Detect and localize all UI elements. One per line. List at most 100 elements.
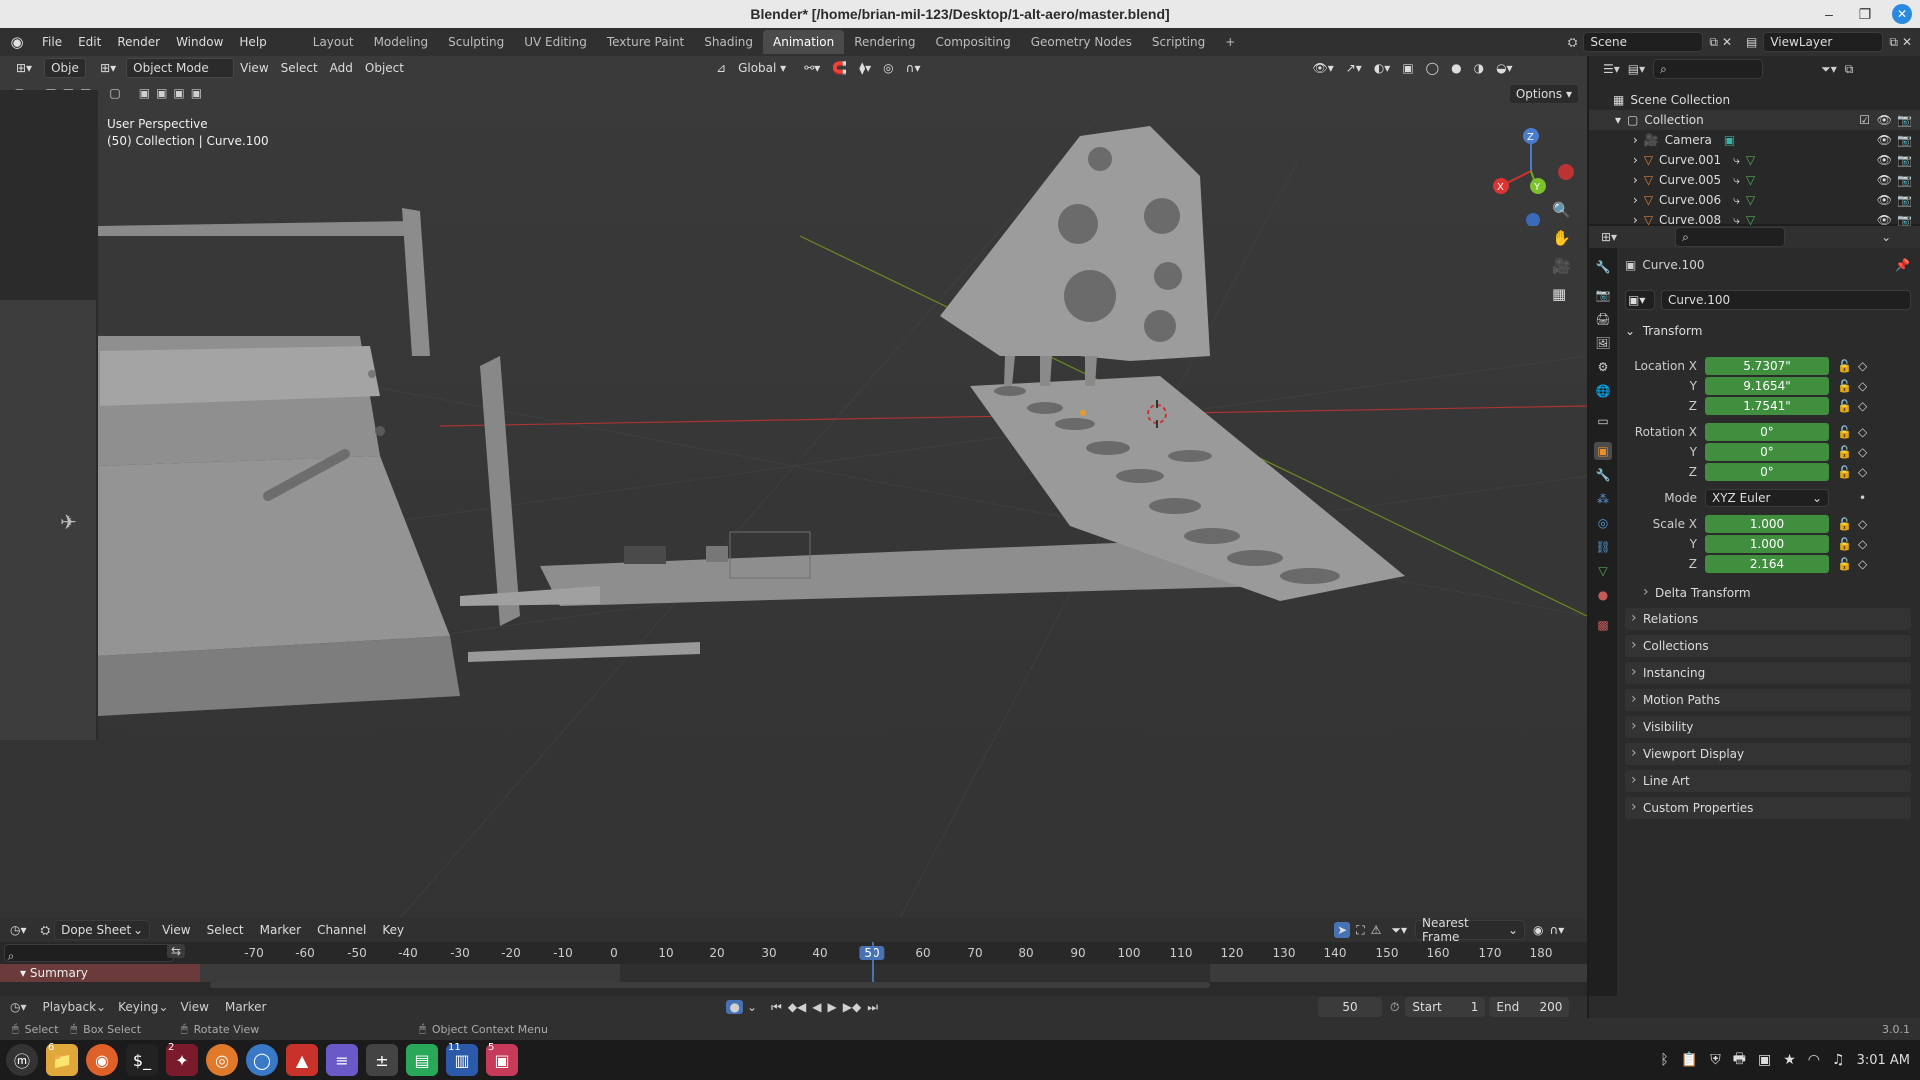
channel-search[interactable]: ⌕ (4, 944, 174, 963)
shading-material-icon[interactable]: ◑ (1468, 58, 1490, 78)
outliner-item[interactable]: › ▽ Curve.006 ⤷ ▽ 👁 📷 (1589, 190, 1920, 210)
image-viewer-icon[interactable]: ▲ (286, 1044, 318, 1076)
eye-icon[interactable]: 👁 (1877, 213, 1892, 227)
new-scene-icon[interactable]: ⧉ (1709, 35, 1718, 50)
keyframe-icon[interactable]: ◇ (1858, 445, 1867, 459)
outliner-item[interactable]: › 🎥 Camera ▣ 👁 📷 (1589, 130, 1920, 150)
curve-data-icon[interactable]: ▽ (1746, 193, 1755, 207)
horizontal-scrollbar[interactable] (210, 982, 1210, 988)
view-layer-tab-icon[interactable]: 🖼 (1594, 334, 1612, 352)
tab-geometry-nodes[interactable]: Geometry Nodes (1021, 30, 1142, 54)
location-y-field[interactable]: 9.1654" (1705, 377, 1829, 395)
visibility-icon[interactable]: 👁▾ (1306, 58, 1339, 78)
proportional-icon[interactable]: ◎ (877, 58, 899, 78)
render-tab-icon[interactable]: 📷 (1594, 286, 1612, 304)
visibility-panel[interactable]: Visibility (1625, 716, 1911, 738)
blender-icon[interactable]: ◎ (206, 1044, 238, 1076)
outliner-item[interactable]: › ▽ Curve.001 ⤷ ▽ 👁 📷 (1589, 150, 1920, 170)
menu-marker[interactable]: Marker (260, 923, 301, 937)
drive-icon[interactable]: 11 ▥ (446, 1042, 478, 1076)
modifier-icon[interactable]: ⤷ (1733, 153, 1740, 168)
stopwatch-icon[interactable]: ⏱ (1390, 1000, 1399, 1015)
location-x-field[interactable]: 5.7307" (1705, 357, 1829, 375)
delta-transform-panel[interactable]: Delta Transform (1637, 582, 1907, 604)
rotation-z-field[interactable]: 0° (1705, 463, 1829, 481)
texture-tab-icon[interactable]: ▩ (1594, 616, 1612, 634)
photos-icon[interactable]: 5 ▣ (486, 1042, 518, 1076)
viewlayer-icon[interactable]: ▤ (1746, 35, 1757, 49)
delete-scene-icon[interactable]: ✕ (1722, 35, 1732, 49)
proportional-icon[interactable]: ◉ (1533, 923, 1543, 937)
star-icon[interactable]: ★ (1783, 1052, 1796, 1068)
options-dropdown[interactable]: Options ▾ (1508, 84, 1579, 104)
menu-view[interactable]: View (162, 923, 190, 937)
tool-tab-icon[interactable]: 🔧 (1594, 258, 1612, 276)
rotation-x-field[interactable]: 0° (1705, 423, 1829, 441)
select-new2-icon[interactable]: ▣ (139, 86, 150, 100)
menu-select[interactable]: Select (207, 923, 244, 937)
render-camera-icon[interactable]: 📷 (1897, 193, 1912, 207)
chevron-down-icon[interactable]: ⌄ (1881, 230, 1891, 244)
menu-render[interactable]: Render (109, 35, 168, 49)
menu-add[interactable]: Add (324, 58, 359, 78)
lock-icon[interactable]: 🔓 (1837, 465, 1852, 479)
shield-icon[interactable]: ⛨ (1710, 1052, 1721, 1068)
curve-data-icon[interactable]: ▽ (1746, 173, 1755, 187)
shading-wire-icon[interactable]: ◯ (1420, 58, 1445, 78)
tab-texture-paint[interactable]: Texture Paint (597, 30, 694, 54)
editor-type-icon[interactable]: ◷▾ (10, 1000, 27, 1014)
only-selected-icon[interactable]: ➤ (1334, 922, 1351, 938)
editor-type-icon[interactable]: ⊞▾ (10, 58, 38, 78)
tab-layout[interactable]: Layout (303, 30, 364, 54)
render-camera-icon[interactable]: 📷 (1897, 173, 1912, 187)
new-viewlayer-icon[interactable]: ⧉ (1889, 35, 1898, 50)
shading-solid-icon[interactable]: ● (1445, 58, 1467, 78)
scale-x-field[interactable]: 1.000 (1705, 515, 1829, 533)
snap-mode-dropdown[interactable]: Nearest Frame ⌄ (1415, 916, 1525, 944)
scene-field[interactable]: Scene (1583, 32, 1704, 52)
rotation-mode-dropdown[interactable]: XYZ Euler ⌄ (1705, 489, 1829, 507)
minimize-icon[interactable]: – (1820, 6, 1838, 22)
expand-icon[interactable]: › (1633, 193, 1638, 207)
sheets-icon[interactable]: ▤ (406, 1044, 438, 1076)
dope-sheet-mode-icon[interactable]: ⛭ (41, 923, 51, 938)
bluetooth-icon[interactable]: ᛒ (1660, 1052, 1668, 1068)
render-camera-icon[interactable]: 📷 (1897, 113, 1912, 127)
scale-z-field[interactable]: 2.164 (1705, 555, 1829, 573)
scene-collection-row[interactable]: ▦ Scene Collection (1589, 90, 1920, 110)
ortho-grid-icon[interactable]: ▦ (1552, 285, 1571, 303)
menu-help[interactable]: Help (231, 35, 274, 49)
prev-keyframe-icon[interactable]: ◆◀ (788, 1000, 806, 1014)
outliner-search[interactable]: ⌕ (1653, 59, 1764, 79)
play-icon[interactable]: ▶ (828, 1000, 837, 1014)
editor-type2-icon[interactable]: ⊞▾ (94, 58, 122, 78)
render-camera-icon[interactable]: 📷 (1897, 133, 1912, 147)
menu-window[interactable]: Window (168, 35, 231, 49)
viewport-display-panel[interactable]: Viewport Display (1625, 743, 1911, 765)
tab-scripting[interactable]: Scripting (1142, 30, 1215, 54)
curve-data-icon[interactable]: ▽ (1746, 153, 1755, 167)
close-icon[interactable]: ✕ (1892, 4, 1912, 24)
menu-keying[interactable]: Keying (118, 1000, 158, 1014)
cursor-tool-icon[interactable]: ▢ (109, 86, 120, 100)
collection-tab-icon[interactable]: ▭ (1594, 412, 1612, 430)
chromium-icon[interactable]: ◯ (246, 1044, 278, 1076)
eye-icon[interactable]: 👁 (1877, 193, 1892, 207)
tab-modeling[interactable]: Modeling (364, 30, 439, 54)
rotation-y-field[interactable]: 0° (1705, 443, 1829, 461)
gizmo-icon[interactable]: ↗▾ (1340, 58, 1368, 78)
motion-paths-panel[interactable]: Motion Paths (1625, 689, 1911, 711)
summary-channel[interactable]: ▾ Summary (0, 942, 1587, 982)
object-mode-dropdown[interactable]: Object Mode (126, 58, 235, 78)
printer-icon[interactable]: 🖶 (1733, 1048, 1746, 1072)
mint-menu-icon[interactable]: ⓜ (6, 1044, 38, 1076)
menu-playback[interactable]: Playback (43, 1000, 97, 1014)
delete-viewlayer-icon[interactable]: ✕ (1902, 35, 1912, 49)
swap-icon[interactable]: ⇆ (166, 944, 186, 958)
keyframe-icon[interactable]: ◇ (1858, 517, 1867, 531)
tab-animation[interactable]: Animation (763, 30, 845, 54)
keyframe-icon[interactable]: ◇ (1858, 425, 1867, 439)
snap-target-icon[interactable]: ⧫▾ (853, 58, 877, 78)
object-tab-icon[interactable]: ▣ (1594, 442, 1612, 460)
shading-rendered-icon[interactable]: ◒▾ (1490, 58, 1519, 78)
